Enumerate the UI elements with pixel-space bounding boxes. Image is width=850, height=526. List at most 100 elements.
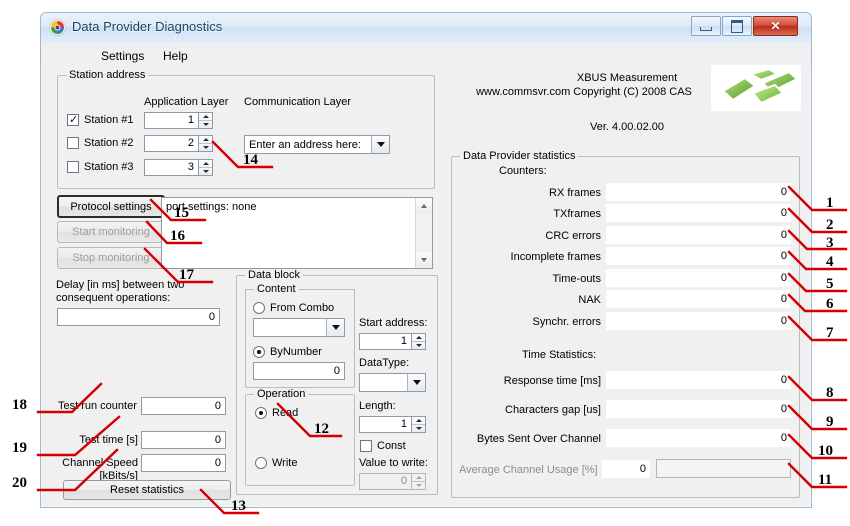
value-to-write-input[interactable]: 0 xyxy=(359,473,412,490)
minimize-icon xyxy=(692,17,720,35)
operation-read-label: Read xyxy=(272,407,299,419)
counter-label-tx-frames: TXframes xyxy=(553,208,601,220)
annotation-1: 1 xyxy=(826,195,834,211)
annotation-4: 4 xyxy=(826,254,834,270)
menu-item-help[interactable]: Help xyxy=(157,47,194,65)
spinner-up[interactable] xyxy=(199,136,212,144)
from-combo-radio[interactable] xyxy=(253,302,265,314)
spinner-down[interactable] xyxy=(199,144,212,152)
time-stat-label-response-time: Response time [ms] xyxy=(503,375,601,387)
start-address-spinner[interactable] xyxy=(412,333,426,350)
counter-value-time-outs: 0 xyxy=(606,269,791,287)
counters-header: Counters: xyxy=(499,165,547,177)
spinner-down[interactable] xyxy=(199,168,212,176)
communication-address-combo[interactable]: Enter an address here: xyxy=(244,135,390,154)
by-number-label: ByNumber xyxy=(270,346,322,358)
annotation-5: 5 xyxy=(826,276,834,292)
value-to-write-label: Value to write: xyxy=(359,457,428,469)
radio-dot xyxy=(257,350,261,354)
counter-label-synchr-errors: Synchr. errors xyxy=(532,316,601,328)
close-button[interactable]: ✕ xyxy=(753,16,798,36)
spinner-down[interactable] xyxy=(412,342,425,350)
start-address-label: Start address: xyxy=(359,317,428,329)
delay-input[interactable]: 0 xyxy=(57,308,220,326)
data-block-title: Data block xyxy=(245,269,303,281)
menu-item-settings[interactable]: Settings xyxy=(95,47,150,65)
from-combo-label: From Combo xyxy=(270,302,335,314)
station-3-checkbox[interactable] xyxy=(67,161,79,173)
time-stat-value-bytes-sent: 0 xyxy=(606,429,791,447)
application-layer-header: Application Layer xyxy=(144,96,229,108)
annotation-18: 18 xyxy=(12,397,27,413)
annotation-19: 19 xyxy=(12,440,27,456)
time-statistics-header: Time Statistics: xyxy=(522,349,597,361)
minimize-button[interactable] xyxy=(691,16,721,36)
reset-statistics-button[interactable]: Reset statistics xyxy=(63,480,231,500)
const-checkbox[interactable] xyxy=(360,440,372,452)
spinner-up[interactable] xyxy=(199,113,212,121)
annotation-6: 6 xyxy=(826,296,834,312)
application-window: Data Provider Diagnostics ✕ Settings Hel… xyxy=(40,12,812,508)
spinner-down[interactable] xyxy=(412,482,425,490)
station-1-address-spinner[interactable] xyxy=(199,112,213,129)
counter-value-tx-frames: 0 xyxy=(606,204,791,222)
scroll-up-icon[interactable] xyxy=(416,198,432,214)
maximize-button[interactable] xyxy=(722,16,752,36)
station-2-address-spinner[interactable] xyxy=(199,135,213,152)
delay-label-line2: consequent operations: xyxy=(56,292,171,304)
cas-green-blocks-logo xyxy=(711,65,801,111)
datatype-combo[interactable] xyxy=(359,373,426,392)
station-3-address-input[interactable]: 3 xyxy=(144,159,199,176)
log-scrollbar[interactable] xyxy=(415,198,432,268)
operation-read-radio[interactable] xyxy=(255,407,267,419)
spinner-down[interactable] xyxy=(412,425,425,433)
by-number-radio[interactable] xyxy=(253,346,265,358)
delay-label-line1: Delay [in ms] between two xyxy=(56,279,185,291)
chevron-down-icon[interactable] xyxy=(326,319,344,336)
counter-label-rx-frames: RX frames xyxy=(549,187,601,199)
start-monitoring-button[interactable]: Start monitoring xyxy=(57,221,165,243)
spinner-up[interactable] xyxy=(412,417,425,425)
communication-address-value: Enter an address here: xyxy=(249,138,361,151)
spinner-up[interactable] xyxy=(412,334,425,342)
counter-label-incomplete-frames: Incomplete frames xyxy=(510,251,601,263)
time-stat-value-characters-gap: 0 xyxy=(606,400,791,418)
protocol-settings-button[interactable]: Protocol settings xyxy=(57,195,165,218)
const-label: Const xyxy=(377,440,406,452)
brand-copyright: www.commsvr.com Copyright (C) 2008 CAS xyxy=(476,86,692,98)
title-bar: Data Provider Diagnostics ✕ xyxy=(41,13,811,44)
statistics-title: Data Provider statistics xyxy=(460,150,579,162)
station-3-address-spinner[interactable] xyxy=(199,159,213,176)
operation-write-radio[interactable] xyxy=(255,457,267,469)
stop-monitoring-button[interactable]: Stop monitoring xyxy=(57,247,165,269)
spinner-up[interactable] xyxy=(412,474,425,482)
station-address-title: Station address xyxy=(66,69,149,81)
scroll-down-icon[interactable] xyxy=(416,252,432,268)
average-channel-usage-progressbar xyxy=(656,459,791,478)
value-to-write-spinner[interactable] xyxy=(412,473,426,490)
communication-layer-header: Communication Layer xyxy=(244,96,351,108)
counter-label-nak: NAK xyxy=(578,294,601,306)
length-spinner[interactable] xyxy=(412,416,426,433)
length-input[interactable]: 1 xyxy=(359,416,412,433)
spinner-up[interactable] xyxy=(199,160,212,168)
brand-product-name: XBUS Measurement xyxy=(576,72,678,84)
station-2-checkbox[interactable] xyxy=(67,137,79,149)
average-channel-usage-label: Average Channel Usage [%] xyxy=(459,464,598,476)
station-2-label: Station #2 xyxy=(84,137,134,149)
chevron-down-icon[interactable] xyxy=(407,374,425,391)
station-3-label: Station #3 xyxy=(84,161,134,173)
station-1-address-input[interactable]: 1 xyxy=(144,112,199,129)
start-address-input[interactable]: 1 xyxy=(359,333,412,350)
log-listbox[interactable]: port settings: none xyxy=(161,197,433,269)
station-2-address-input[interactable]: 2 xyxy=(144,135,199,152)
operation-title: Operation xyxy=(254,388,309,400)
annotation-9: 9 xyxy=(826,414,834,430)
spinner-down[interactable] xyxy=(199,121,212,129)
counter-value-crc-errors: 0 xyxy=(606,226,791,244)
channel-speed-value: 0 xyxy=(141,454,226,472)
station-1-checkbox[interactable]: ✓ xyxy=(67,114,79,126)
by-number-input[interactable]: 0 xyxy=(253,362,345,380)
chevron-down-icon[interactable] xyxy=(371,136,389,153)
content-combo[interactable] xyxy=(253,318,345,337)
